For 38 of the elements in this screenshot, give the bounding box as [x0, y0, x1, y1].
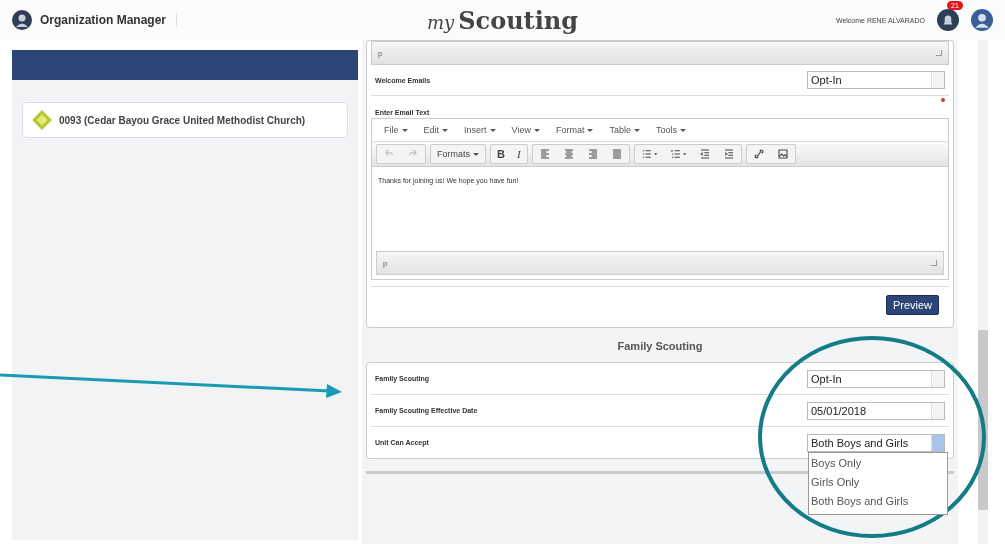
menu-item[interactable]: Table [605, 125, 644, 135]
align-right-icon[interactable] [586, 148, 599, 160]
outdent-icon[interactable] [698, 148, 711, 160]
user-avatar-icon[interactable] [12, 10, 32, 30]
section-title: Family Scouting [616, 339, 704, 354]
unit-item[interactable]: 0093 (Cedar Bayou Grace United Methodist Church) [22, 102, 348, 138]
profile-avatar-icon[interactable] [971, 9, 993, 31]
menu-item[interactable]: Tools [651, 125, 690, 135]
select-field[interactable]: Both Boys and Girls [807, 433, 945, 452]
image-icon[interactable] [776, 148, 789, 160]
menu-item[interactable]: Edit [419, 125, 453, 135]
scrollbar-thumb[interactable] [978, 330, 988, 510]
align-left-icon[interactable] [538, 148, 551, 160]
logo: my Scouting [426, 5, 579, 35]
dropdown-option[interactable]: Boys Only [809, 454, 947, 474]
menu-item[interactable]: Format [551, 125, 598, 135]
formats-dropdown[interactable]: Formats [431, 145, 485, 163]
editor-status-bar: p [371, 41, 949, 65]
dropdown-option[interactable]: Both Boys and Girls [809, 492, 947, 512]
italic-button[interactable]: I [510, 145, 527, 163]
select-field[interactable]: Opt-In [807, 369, 945, 388]
align-center-icon[interactable] [562, 148, 575, 160]
select-field[interactable]: 05/01/2018 [807, 401, 945, 420]
notification-icon[interactable] [937, 9, 959, 31]
app-title[interactable]: Organization Manager [40, 13, 178, 27]
editor-status-bar: p [376, 251, 944, 275]
preview-button[interactable]: Preview [885, 295, 939, 315]
dropdown-option[interactable]: Girls Only [809, 473, 947, 493]
select-field[interactable]: Opt-In [807, 71, 945, 89]
number-list-icon[interactable] [669, 148, 687, 160]
link-icon[interactable] [752, 148, 765, 160]
diamond-icon [31, 109, 53, 131]
bold-button[interactable]: B [491, 145, 511, 163]
bullet-list-icon[interactable] [640, 148, 658, 160]
menu-item[interactable]: File [380, 125, 412, 135]
menu-item[interactable]: View [507, 125, 544, 135]
indent-icon[interactable] [722, 148, 735, 160]
menu-item[interactable]: Insert [460, 125, 500, 135]
